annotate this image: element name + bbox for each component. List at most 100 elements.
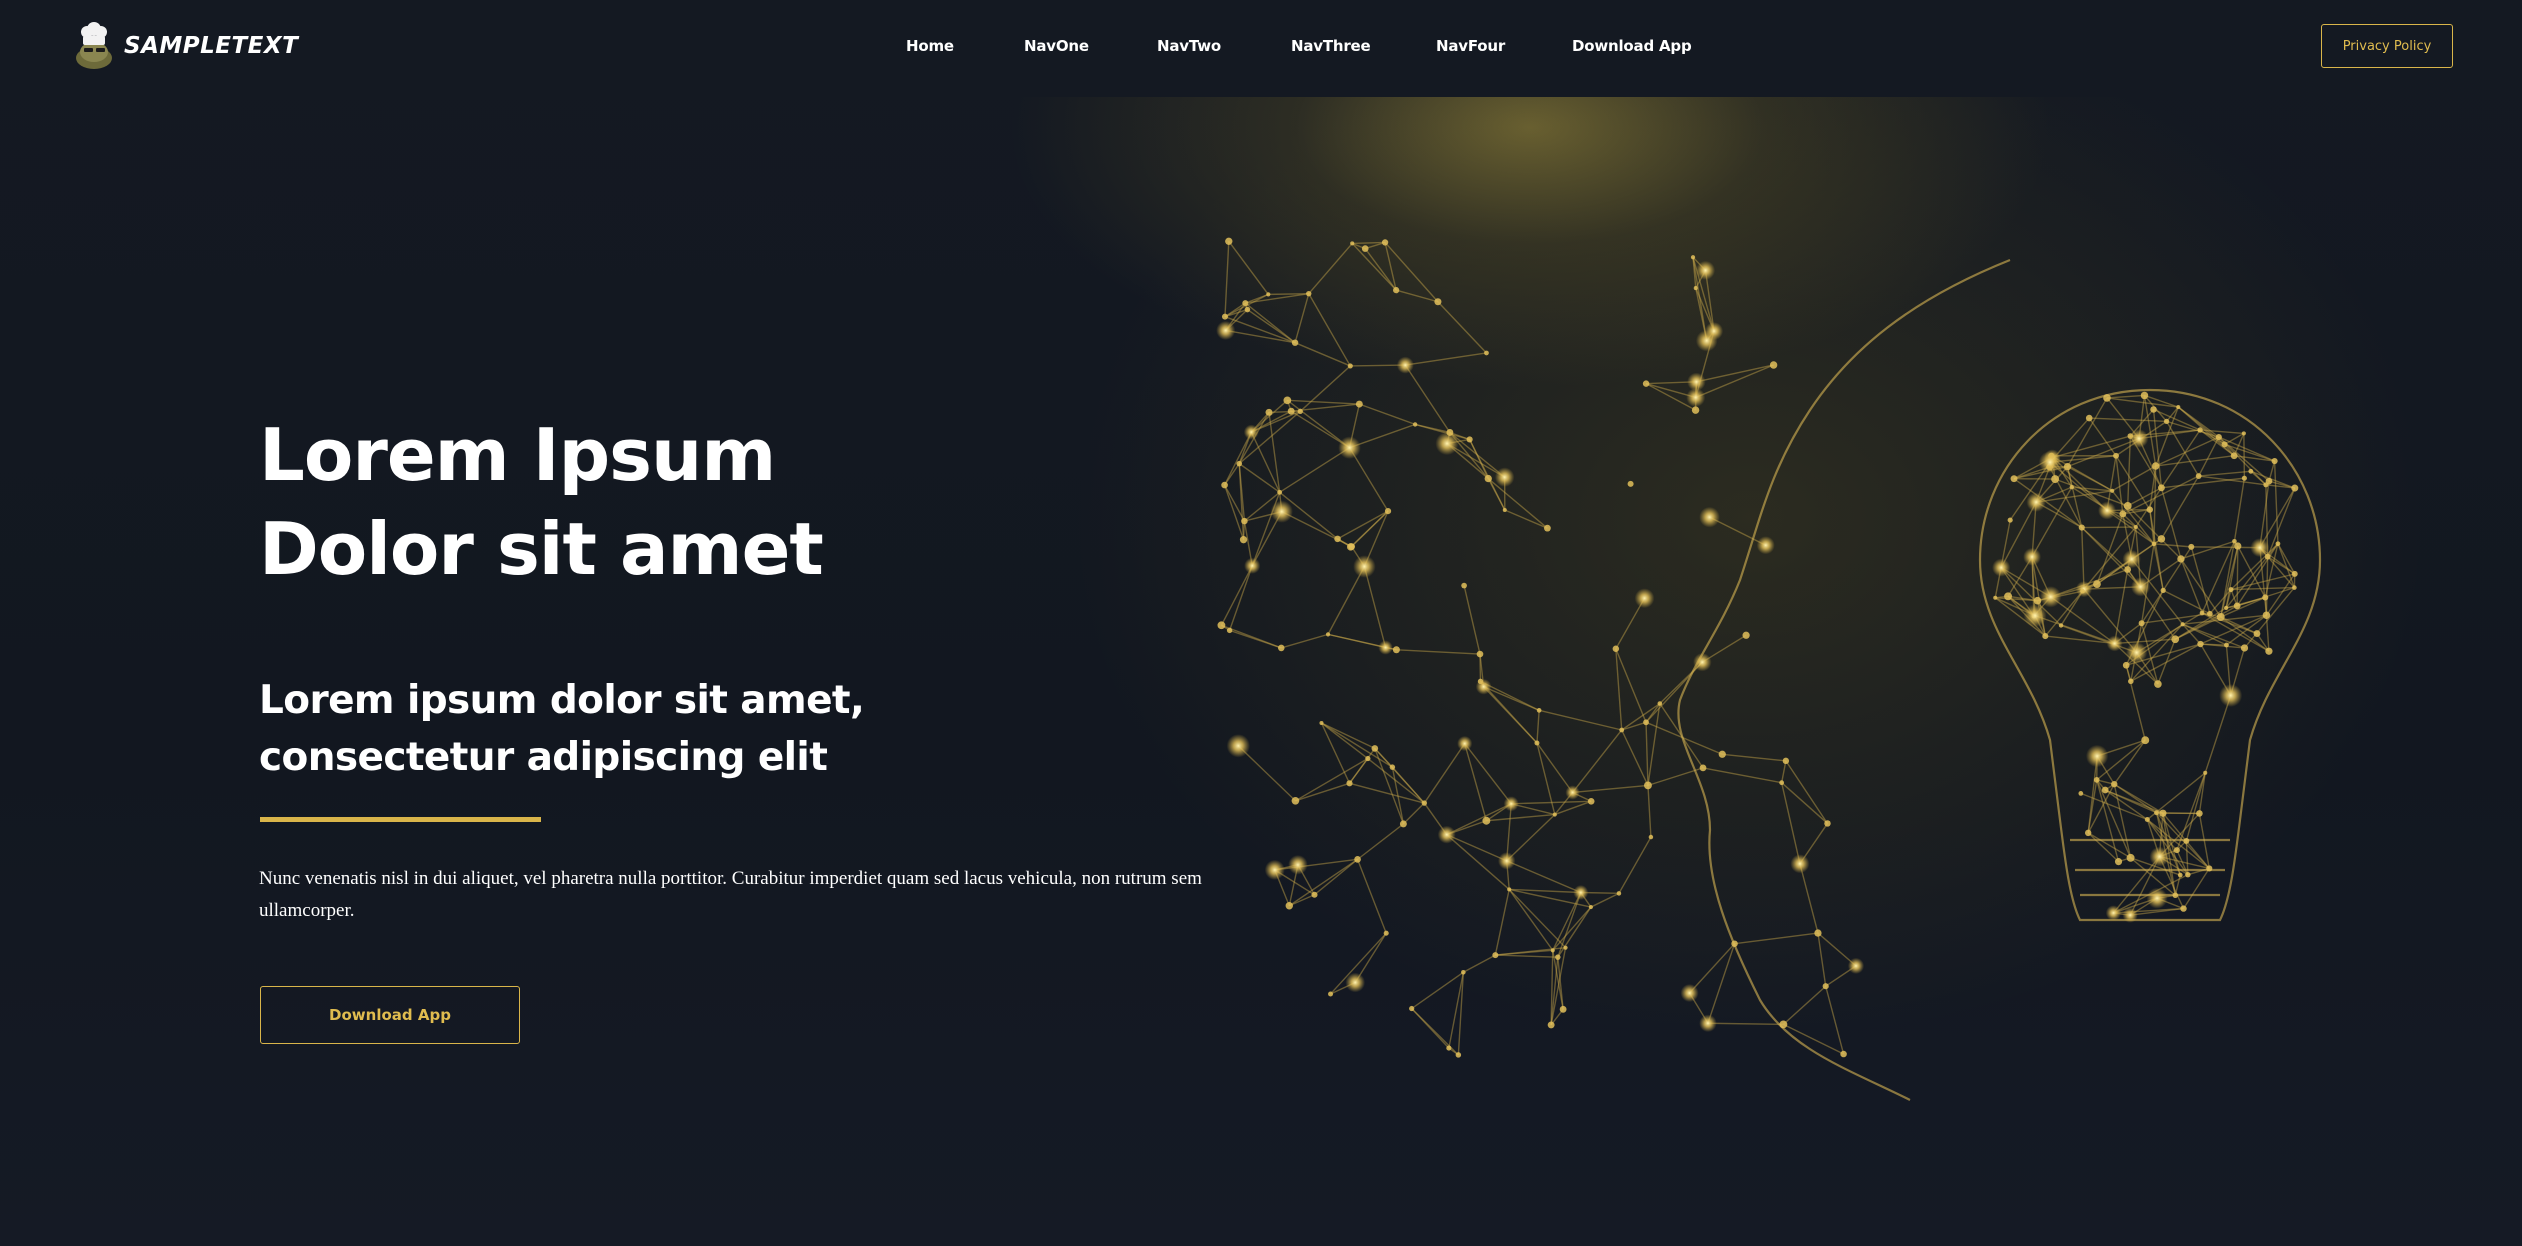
network-node	[1288, 855, 1308, 875]
network-line	[1572, 784, 1649, 794]
network-line	[1294, 293, 1310, 343]
download-app-button[interactable]: Download App	[260, 986, 520, 1044]
network-node	[1588, 904, 1594, 910]
network-node	[2133, 524, 2138, 530]
network-node	[2240, 644, 2249, 652]
network-node	[2262, 611, 2271, 620]
network-line	[2162, 589, 2211, 615]
network-node	[2113, 452, 2119, 459]
network-node	[1769, 361, 1778, 369]
network-node	[1466, 436, 1473, 443]
network-node	[1680, 983, 1699, 1003]
network-line	[1707, 943, 1736, 1024]
network-node	[1412, 422, 1418, 427]
network-node	[1242, 300, 1249, 307]
network-line	[2113, 569, 2129, 644]
network-line	[1321, 722, 1369, 760]
network-node	[1634, 588, 1655, 609]
network-node	[2123, 502, 2132, 510]
network-line	[1504, 509, 1548, 529]
network-node	[2197, 640, 2204, 648]
network-node	[1822, 983, 1829, 990]
network-line	[2243, 587, 2295, 649]
network-line	[1506, 860, 1582, 894]
network-node	[1291, 339, 1299, 346]
network-node	[2157, 535, 2166, 543]
network-node	[2093, 777, 2100, 783]
network-node	[1291, 796, 1300, 805]
nav-navtwo[interactable]: NavTwo	[1157, 37, 1221, 55]
nav-navthree[interactable]: NavThree	[1291, 37, 1371, 55]
network-line	[1363, 566, 1387, 648]
network-head-lightbulb-illustration	[1216, 237, 2322, 1101]
network-line	[2204, 695, 2232, 774]
network-line	[1464, 743, 1512, 805]
network-line	[1295, 757, 1369, 802]
network-line	[1780, 760, 1787, 783]
network-line	[1411, 971, 1464, 1010]
nav-navfour[interactable]: NavFour	[1436, 37, 1505, 55]
network-node	[2141, 736, 2150, 745]
network-line	[1506, 814, 1556, 862]
network-line	[1391, 766, 1425, 804]
network-line	[1367, 757, 1425, 804]
hero-body-text: Nunc venenatis nisl in dui aliquet, vel …	[259, 868, 1202, 921]
network-node	[1285, 902, 1293, 910]
network-node	[2130, 577, 2151, 597]
network-line	[1224, 241, 1230, 317]
network-node	[2197, 427, 2203, 433]
network-line	[1707, 1022, 1784, 1026]
network-node	[1563, 945, 1568, 950]
network-line	[1244, 302, 1296, 344]
network-node	[1244, 306, 1251, 313]
network-node	[2154, 680, 2162, 688]
network-line	[1374, 748, 1405, 825]
network-node	[1573, 885, 1589, 900]
network-line	[1396, 649, 1481, 655]
network-line	[1487, 478, 1548, 529]
network-node	[2119, 510, 2127, 518]
network-node	[1756, 536, 1775, 555]
hero-subtitle-line-2: consectetur adipiscing elit	[259, 735, 828, 780]
network-line	[1645, 722, 1649, 786]
network-node	[1992, 558, 2011, 577]
network-line	[1423, 743, 1466, 804]
privacy-policy-button[interactable]: Privacy Policy	[2321, 24, 2453, 68]
network-node	[2158, 484, 2165, 492]
network-node	[2106, 635, 2123, 652]
network-line	[2049, 461, 2108, 512]
network-node	[1311, 891, 1318, 898]
network-node	[2085, 414, 2093, 422]
network-line	[1463, 954, 1496, 973]
nav-home[interactable]: Home	[906, 37, 954, 55]
network-node	[1559, 1005, 1567, 1013]
network-node	[1381, 239, 1389, 246]
network-node	[2140, 391, 2149, 400]
network-node	[1283, 396, 1292, 405]
network-node	[1287, 407, 1295, 415]
network-line	[1223, 431, 1252, 486]
network-node	[2183, 837, 2190, 844]
network-node	[1642, 380, 1650, 387]
network-node	[2207, 610, 2213, 617]
network-node	[1217, 621, 1226, 630]
nav-download-app[interactable]: Download App	[1572, 37, 1692, 55]
network-line	[1295, 782, 1350, 802]
network-node	[1338, 436, 1361, 459]
network-node	[2151, 541, 2157, 547]
network-line	[1268, 292, 1309, 296]
network-line	[1349, 782, 1425, 804]
network-node	[2033, 596, 2042, 605]
network-line	[1327, 566, 1366, 635]
network-line	[1384, 241, 1439, 303]
network-node	[1657, 701, 1663, 706]
network-line	[1621, 721, 1647, 731]
network-node	[1482, 816, 1491, 825]
network-line	[1308, 293, 1351, 367]
network-node	[1779, 780, 1785, 786]
network-line	[1508, 888, 1567, 949]
network-node	[2185, 871, 2191, 878]
network-node	[2224, 642, 2229, 648]
nav-navone[interactable]: NavOne	[1024, 37, 1089, 55]
network-node	[1693, 652, 1712, 672]
